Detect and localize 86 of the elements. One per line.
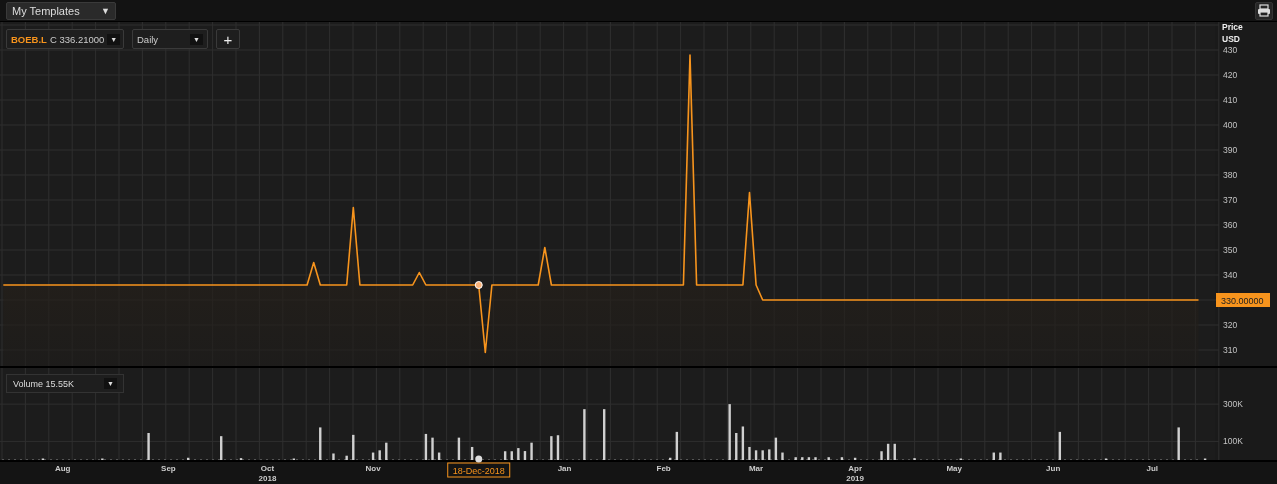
volume-bar: [675, 431, 679, 460]
month-label: Nov: [365, 464, 381, 473]
cursor-date-label: 18-Dec-2018: [447, 462, 511, 478]
price-axis-label: 340: [1223, 270, 1238, 280]
volume-bar: [332, 453, 335, 460]
volume-bar: [345, 455, 348, 460]
volume-bar: [761, 450, 764, 460]
volume-bar: [880, 451, 883, 460]
price-axis-label: 400: [1223, 120, 1238, 130]
volume-bar: [999, 452, 1002, 460]
volume-bar: [371, 452, 375, 460]
volume-bar: [523, 451, 527, 460]
volume-bar: [781, 452, 784, 460]
volume-bar: [768, 449, 771, 460]
volume-bar: [431, 437, 434, 460]
price-axis-label: 320: [1223, 320, 1238, 330]
volume-bar: [352, 434, 355, 460]
volume-bar: [754, 450, 758, 460]
month-label: Jan: [557, 464, 572, 473]
volume-bar: [893, 443, 896, 460]
price-axis-label: 350: [1223, 245, 1238, 255]
volume-bar: [187, 457, 190, 460]
month-label: Feb: [656, 464, 671, 473]
month-label: May: [946, 464, 962, 473]
month-label: Jun: [1046, 464, 1061, 473]
volume-bar: [510, 451, 513, 460]
price-axis-label: 390: [1223, 145, 1238, 155]
month-label: Mar: [748, 464, 764, 473]
year-label: 2019: [846, 474, 864, 483]
price-axis-label: 380: [1223, 170, 1238, 180]
cursor-marker[interactable]: [474, 281, 483, 289]
volume-bar: [603, 409, 606, 460]
volume-bar: [503, 451, 507, 460]
volume-bar: [319, 427, 322, 460]
last-value-tag: 330.00000: [1216, 293, 1270, 307]
volume-bar: [827, 457, 830, 460]
month-label: Oct: [260, 464, 275, 473]
volume-bar: [457, 437, 461, 460]
volume-bar: [378, 450, 381, 460]
volume-bar: [220, 436, 223, 460]
volume-axis-label: 300K: [1223, 399, 1243, 410]
volume-bar: [774, 437, 778, 460]
volume-bar: [147, 433, 150, 460]
month-label: Aug: [54, 464, 71, 473]
volume-bar: [853, 457, 857, 460]
month-label: Sep: [161, 464, 176, 473]
price-axis-label: 310: [1223, 345, 1238, 355]
axis-title: Price: [1222, 22, 1243, 32]
volume-bar: [992, 452, 995, 460]
volume-bar: [530, 442, 533, 460]
volume-bar: [437, 452, 441, 460]
volume-bar: [741, 426, 745, 460]
volume-bar: [794, 457, 797, 460]
price-axis-label: 360: [1223, 220, 1238, 230]
price-axis-label: 370: [1223, 195, 1238, 205]
volume-bar: [748, 446, 751, 460]
volume-bar: [583, 409, 586, 460]
volume-bar: [801, 457, 804, 460]
currency-label: USD: [1222, 34, 1240, 44]
volume-bar: [669, 457, 672, 460]
cursor-marker[interactable]: [475, 455, 483, 463]
volume-bar: [1177, 427, 1180, 460]
volume-axis-label: 100K: [1223, 436, 1243, 447]
month-label: Jul: [1146, 464, 1159, 473]
volume-bar: [735, 433, 738, 460]
volume-bar: [556, 435, 560, 460]
volume-bar: [424, 433, 428, 460]
price-axis-label: 420: [1223, 70, 1238, 80]
volume-bar: [728, 404, 731, 460]
price-axis-label: 430: [1223, 45, 1238, 55]
print-button[interactable]: [1255, 1, 1273, 20]
volume-bar: [470, 446, 474, 460]
year-label: 2018: [258, 474, 277, 483]
month-label: Apr: [848, 464, 862, 473]
volume-bar: [840, 457, 844, 460]
volume-bar: [517, 448, 520, 460]
volume-bar: [886, 443, 890, 460]
price-axis-label: 410: [1223, 95, 1238, 105]
volume-bar: [550, 436, 553, 460]
template-dropdown[interactable]: My Templates ▼: [6, 1, 116, 20]
add-button[interactable]: +: [216, 29, 240, 49]
volume-bar: [814, 457, 817, 460]
volume-bar: [1058, 431, 1061, 460]
volume-bar: [807, 457, 811, 460]
printer-icon: [1257, 4, 1271, 17]
volume-bar: [385, 442, 388, 460]
